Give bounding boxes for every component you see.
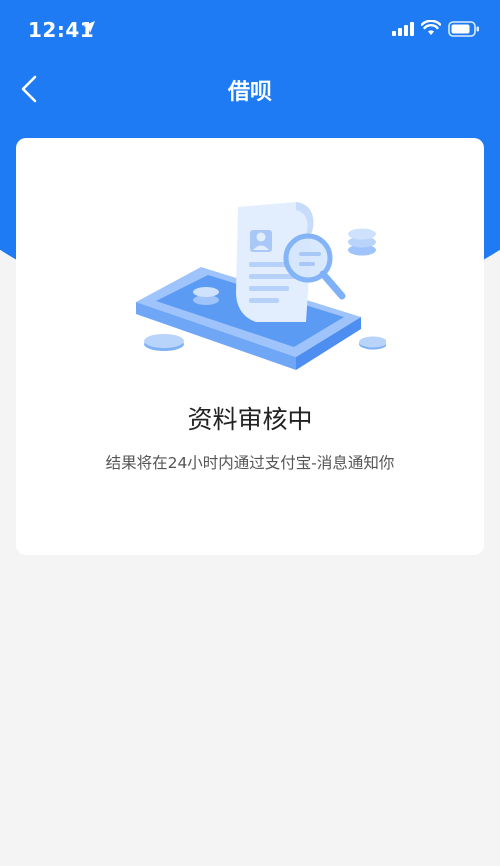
location-arrow-icon bbox=[83, 21, 95, 33]
document-review-illustration bbox=[136, 202, 386, 370]
review-status-card: 资料审核中 结果将在24小时内通过支付宝-消息通知你 bbox=[16, 138, 484, 555]
page-title: 借呗 bbox=[227, 80, 272, 105]
wifi-icon bbox=[421, 20, 441, 35]
review-status-subtitle: 结果将在24小时内通过支付宝-消息通知你 bbox=[105, 454, 395, 472]
navigation-bar: 借呗 bbox=[0, 60, 500, 116]
review-status-title: 资料审核中 bbox=[187, 405, 313, 434]
cellular-signal-icon bbox=[392, 22, 414, 36]
status-bar: 12:41 bbox=[0, 0, 500, 60]
battery-icon bbox=[448, 21, 479, 37]
